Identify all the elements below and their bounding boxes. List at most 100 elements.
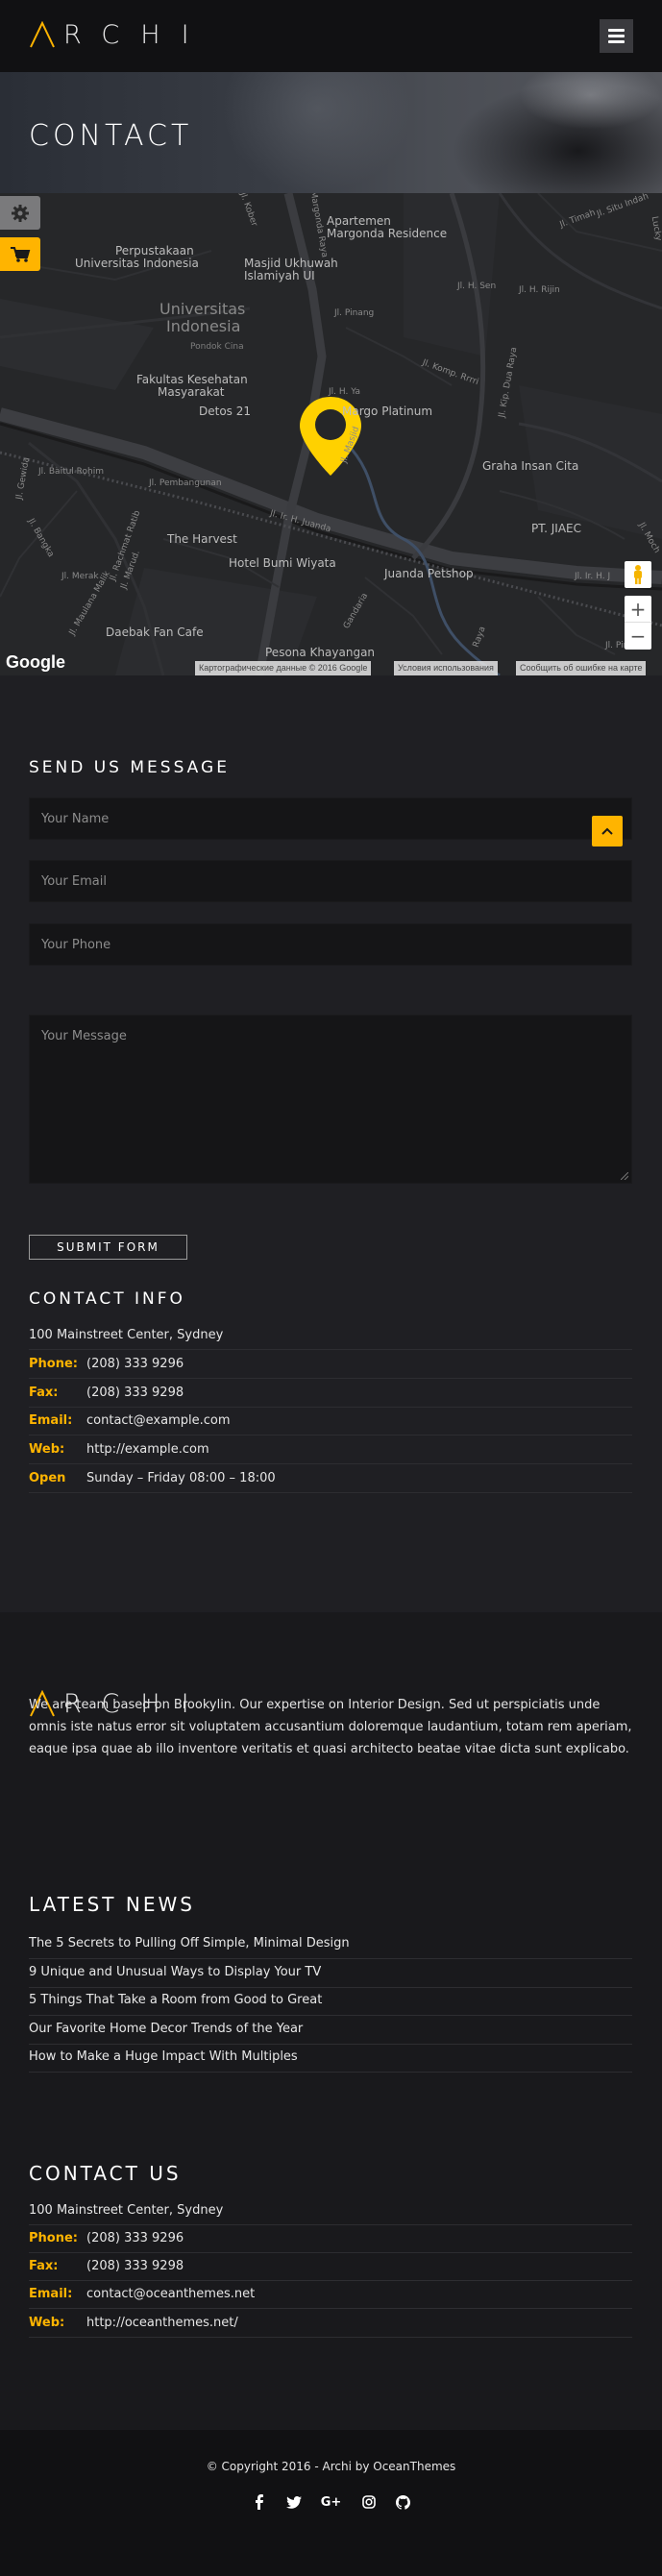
map-place-label: Perpustakaan xyxy=(115,244,194,258)
menu-bar-icon xyxy=(608,40,625,43)
map-place-label: Detos 21 xyxy=(199,405,252,418)
map-place-label: The Harvest xyxy=(167,532,237,546)
info-value: Sunday – Friday 08:00 – 18:00 xyxy=(86,1471,276,1485)
info-value: (208) 333 9298 xyxy=(86,2259,184,2273)
map-place-label: Daebak Fan Cafe xyxy=(106,626,204,639)
info-label: Fax: xyxy=(29,2259,59,2273)
twitter-icon[interactable] xyxy=(285,2493,302,2511)
contact-us-heading: CONTACT US xyxy=(29,2162,182,2185)
contact-fax-row: Fax: (208) 333 9298 xyxy=(29,1379,632,1408)
map-area-label: Universitas xyxy=(159,300,246,318)
info-label: Web: xyxy=(29,2316,65,2330)
map-place-label: Masyarakat xyxy=(158,385,225,399)
name-field[interactable]: Your Name xyxy=(29,797,632,840)
page-title: CONTACT xyxy=(29,119,193,153)
hamburger-menu-button[interactable] xyxy=(600,19,633,53)
settings-panel-toggle[interactable] xyxy=(0,196,40,230)
contact-open-row: Open Sunday – Friday 08:00 – 18:00 xyxy=(29,1464,632,1493)
phone-field[interactable]: Your Phone xyxy=(29,923,632,966)
resize-handle-icon[interactable] xyxy=(621,1172,628,1180)
info-label: Email: xyxy=(29,2287,73,2301)
contact-address: 100 Mainstreet Center, Sydney xyxy=(29,1321,632,1350)
map-report-link[interactable]: Сообщить об ошибке на карте xyxy=(516,661,647,675)
map-terms-link[interactable]: Условия использования xyxy=(394,661,498,675)
footer-about-text: We are team based on Brookylin. Our expe… xyxy=(29,1698,632,1756)
cart-icon xyxy=(11,246,31,262)
zoom-out-button[interactable]: − xyxy=(625,623,651,650)
site-logo[interactable]: RCHI xyxy=(29,19,210,50)
submit-form-button[interactable]: SUBMIT FORM xyxy=(29,1235,187,1260)
contact-phone-row: Phone: (208) 333 9296 xyxy=(29,1350,632,1379)
info-value[interactable]: contact@oceanthemes.net xyxy=(86,2280,255,2309)
map-place-label: Juanda Petshop xyxy=(384,567,474,580)
send-message-heading: SEND US MESSAGE xyxy=(29,758,230,777)
google-map[interactable]: Apartemen Margonda Residence Perpustakaa… xyxy=(0,193,662,675)
news-item[interactable]: Our Favorite Home Decor Trends of the Ye… xyxy=(29,2016,632,2045)
logo-a-icon xyxy=(30,21,55,48)
map-place-label: Pondok Cina xyxy=(190,342,244,352)
map-street-label: Jl. H. Rijin xyxy=(519,285,560,295)
map-place-label: Pesona Khayangan xyxy=(265,646,376,659)
contact-info-heading: CONTACT INFO xyxy=(29,1289,185,1309)
info-label: Open xyxy=(29,1471,66,1485)
footer-address: 100 Mainstreet Center, Sydney xyxy=(29,2196,632,2225)
info-value[interactable]: contact@example.com xyxy=(86,1407,231,1435)
scroll-to-top-button[interactable] xyxy=(592,816,623,846)
map-place-label: Fakultas Kesehatan xyxy=(136,373,248,386)
map-place-label: Margo Platinum xyxy=(342,405,433,418)
social-links: G+ xyxy=(0,2493,662,2511)
info-value[interactable]: http://example.com xyxy=(86,1435,209,1464)
chevron-up-icon xyxy=(601,827,613,835)
map-street-label: Jl. Baitul Rohim xyxy=(38,467,104,477)
info-value: (208) 333 9296 xyxy=(86,1357,184,1371)
map-place-label: Universitas Indonesia xyxy=(75,257,199,270)
map-place-label: PT. JIAEC xyxy=(531,522,582,535)
map-place-label: Apartemen xyxy=(327,214,391,228)
map-data-attribution[interactable]: Картографические данные © 2016 Google xyxy=(195,661,372,675)
cart-panel-toggle[interactable] xyxy=(0,237,40,271)
map-place-label: Margonda Residence xyxy=(327,227,448,240)
banner-image-shade xyxy=(519,72,662,130)
info-label: Email: xyxy=(29,1413,73,1428)
footer-phone-row: Phone: (208) 333 9296 xyxy=(29,2224,632,2253)
map-place-label: Hotel Bumi Wiyata xyxy=(229,556,336,570)
latest-news-heading: LATEST NEWS xyxy=(29,1893,195,1916)
logo-text: RCHI xyxy=(63,19,210,50)
news-item[interactable]: How to Make a Huge Impact With Multiples xyxy=(29,2044,632,2073)
message-placeholder: Your Message xyxy=(41,1029,127,1043)
message-field[interactable]: Your Message xyxy=(29,1015,632,1184)
map-place-label: Masjid Ukhuwah xyxy=(244,257,338,270)
map-street-label: Jl. H. Sen xyxy=(457,282,497,291)
info-value: (208) 333 9298 xyxy=(86,1386,184,1400)
map-street-label: Jl. Pinang xyxy=(334,308,375,318)
gear-icon xyxy=(12,204,29,222)
info-label: Web: xyxy=(29,1442,65,1457)
news-item[interactable]: The 5 Secrets to Pulling Off Simple, Min… xyxy=(29,1930,632,1959)
map-street-label: Jl. Pembangunan xyxy=(149,478,222,488)
github-icon[interactable] xyxy=(396,2493,411,2511)
street-view-pegman-icon[interactable] xyxy=(625,561,651,588)
facebook-icon[interactable] xyxy=(252,2493,267,2511)
zoom-in-button[interactable]: + xyxy=(625,596,651,623)
map-street-label: Jl. Ir. H. J xyxy=(575,572,611,581)
contact-web-row: Web: http://example.com xyxy=(29,1435,632,1464)
map-street-label: Jl. Merak xyxy=(61,572,99,581)
info-label: Phone: xyxy=(29,1357,78,1371)
menu-bar-icon xyxy=(608,35,625,37)
copyright-text: © Copyright 2016 - Archi by OceanThemes xyxy=(206,2460,456,2473)
footer-fax-row: Fax: (208) 333 9298 xyxy=(29,2252,632,2281)
instagram-icon[interactable] xyxy=(361,2493,377,2511)
address-text: 100 Mainstreet Center, Sydney xyxy=(29,2203,224,2218)
news-item[interactable]: 9 Unique and Unusual Ways to Display You… xyxy=(29,1959,632,1988)
contact-email-row: Email: contact@example.com xyxy=(29,1407,632,1435)
map-street-label: Jl. H. Ya xyxy=(329,387,360,397)
map-place-label: Graha Insan Cita xyxy=(482,459,579,473)
google-plus-icon[interactable]: G+ xyxy=(321,2493,342,2511)
email-field[interactable]: Your Email xyxy=(29,860,632,902)
google-logo[interactable]: Google xyxy=(6,652,65,673)
info-value[interactable]: http://oceanthemes.net/ xyxy=(86,2309,238,2338)
site-header: RCHI xyxy=(0,0,662,72)
news-item[interactable]: 5 Things That Take a Room from Good to G… xyxy=(29,1987,632,2016)
footer-email-row: Email: contact@oceanthemes.net xyxy=(29,2280,632,2309)
address-text: 100 Mainstreet Center, Sydney xyxy=(29,1328,224,1342)
